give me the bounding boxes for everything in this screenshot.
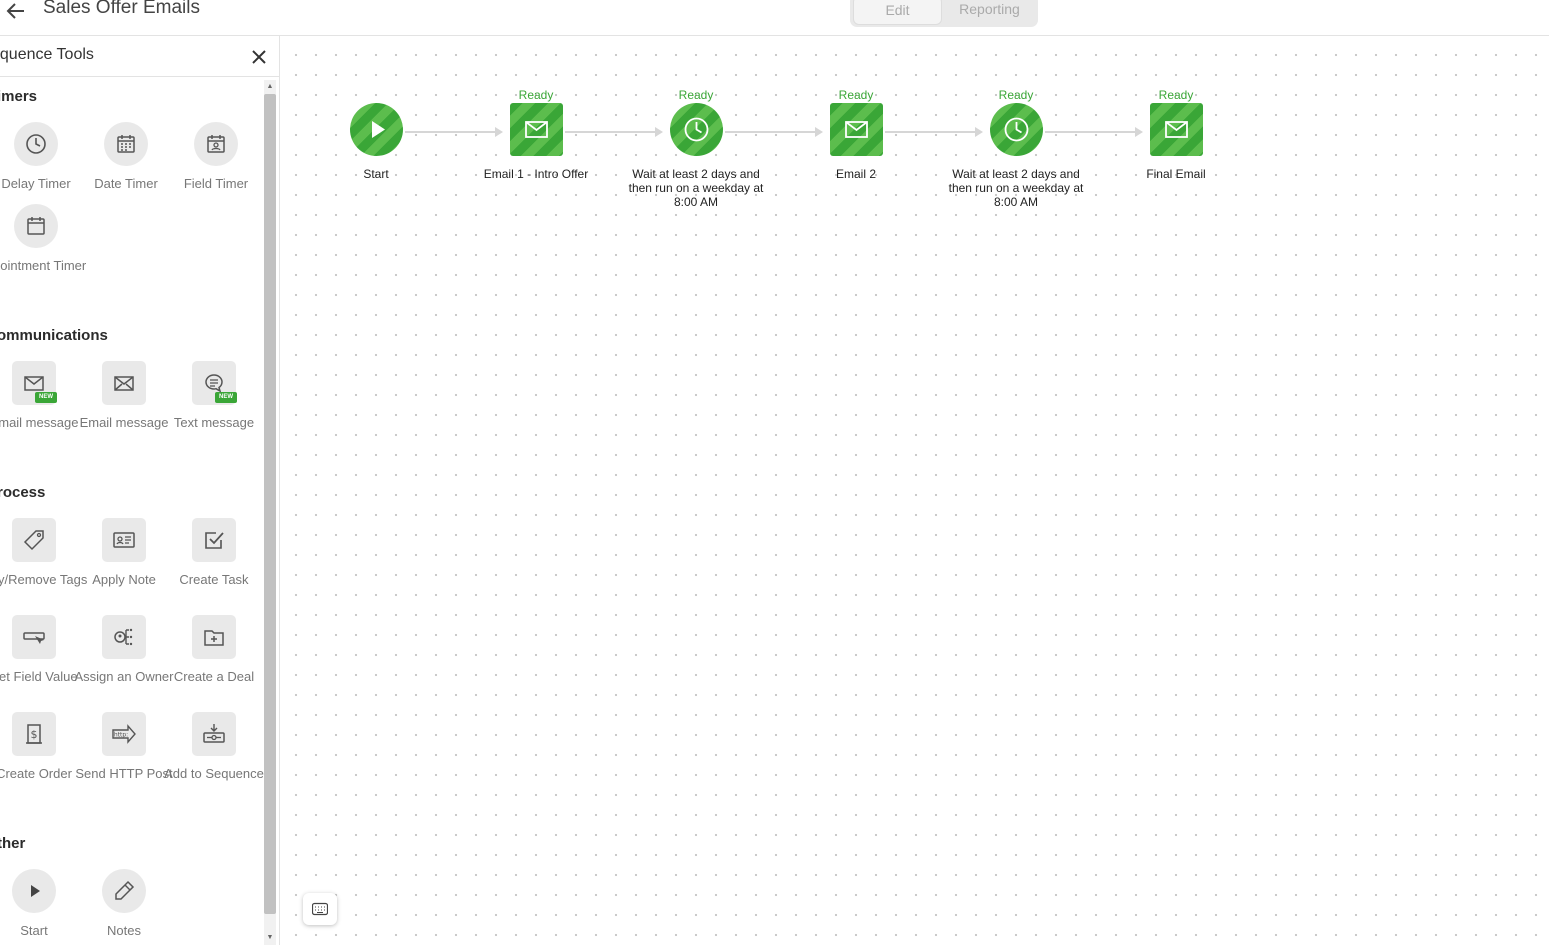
section-title-timers: imers [0,88,38,105]
scroll-up-arrow-icon[interactable]: ▲ [264,80,276,94]
checkbox-icon [192,518,236,562]
node-label: Start [363,167,389,181]
new-badge: NEW [35,392,57,403]
new-badge: NEW [215,392,237,403]
envelope-legacy-icon [102,361,146,405]
keyboard-icon [312,902,328,916]
field-cursor-icon [12,615,56,659]
section-title-communications: ommunications [0,327,108,344]
clock-icon[interactable] [990,103,1043,156]
play-icon[interactable] [350,103,403,156]
node-status: Ready [1158,88,1194,102]
connector-arrow [725,127,823,137]
tool-label: Create a Deal [173,669,255,684]
note-card-icon [102,518,146,562]
node-label: Email 1 - Intro Offer [483,167,589,181]
node-label: Final Email [1146,167,1206,181]
pencil-icon [102,869,146,913]
envelope-icon[interactable] [510,103,563,156]
scroll-down-arrow-icon[interactable]: ▼ [264,931,276,945]
calendar-grid-icon [104,122,148,166]
tool-label: Notes [107,923,141,938]
page-title: Sales Offer Emails [43,0,200,18]
node-label: Wait at least 2 days and then run on a w… [948,167,1084,209]
node-status: Ready [518,88,554,102]
http-arrow-icon: http: [102,712,146,756]
node-status: Ready [998,88,1034,102]
node-label: Email 2 [835,167,876,181]
node-status: Ready [838,88,874,102]
sidebar-scrollbar-thumb[interactable] [264,94,276,914]
back-arrow-icon[interactable] [4,0,28,23]
connector-arrow [885,127,983,137]
chat-bubble-icon: NEW [192,361,237,405]
keyboard-shortcuts-button[interactable] [303,893,337,925]
section-title-process: rocess [0,484,46,501]
section-title-other: ther [0,835,26,852]
envelope-icon: NEW [12,361,57,405]
tool-label: Add to Sequence [164,766,264,781]
order-dollar-icon: $ [12,712,56,756]
node-status: Ready [678,88,714,102]
calendar-person-icon [194,122,238,166]
close-icon[interactable] [248,46,270,68]
add-sequence-icon [192,712,236,756]
mode-toggle: Edit Reporting [850,0,1038,27]
envelope-icon[interactable] [830,103,883,156]
calendar-icon [14,204,58,248]
svg-text:http:: http: [114,732,128,739]
sidebar-header: equence Tools [0,36,279,77]
connector-arrow [1045,127,1143,137]
tag-icon [12,518,56,562]
clock-icon [14,122,58,166]
envelope-icon[interactable] [1150,103,1203,156]
tool-label: Create Task [179,572,249,587]
tool-label: Field Timer [183,176,249,191]
top-header: Sales Offer Emails Edit Reporting [0,0,1549,36]
svg-text:$: $ [31,728,38,741]
node-label: Wait at least 2 days and then run on a w… [628,167,764,209]
tab-reporting[interactable]: Reporting [944,0,1035,25]
clock-icon[interactable] [670,103,723,156]
assign-owner-icon [102,615,146,659]
folder-plus-icon [192,615,236,659]
sidebar-title: equence Tools [0,46,94,63]
play-icon [12,869,56,913]
sequence-tools-panel: equence Tools imers Delay Timer Date Tim… [0,36,280,945]
connector-arrow [405,127,503,137]
tool-label: ppointment Timer [0,258,87,273]
tab-edit[interactable]: Edit [853,0,942,25]
tool-label: Text message [173,415,255,430]
connector-arrow [565,127,663,137]
